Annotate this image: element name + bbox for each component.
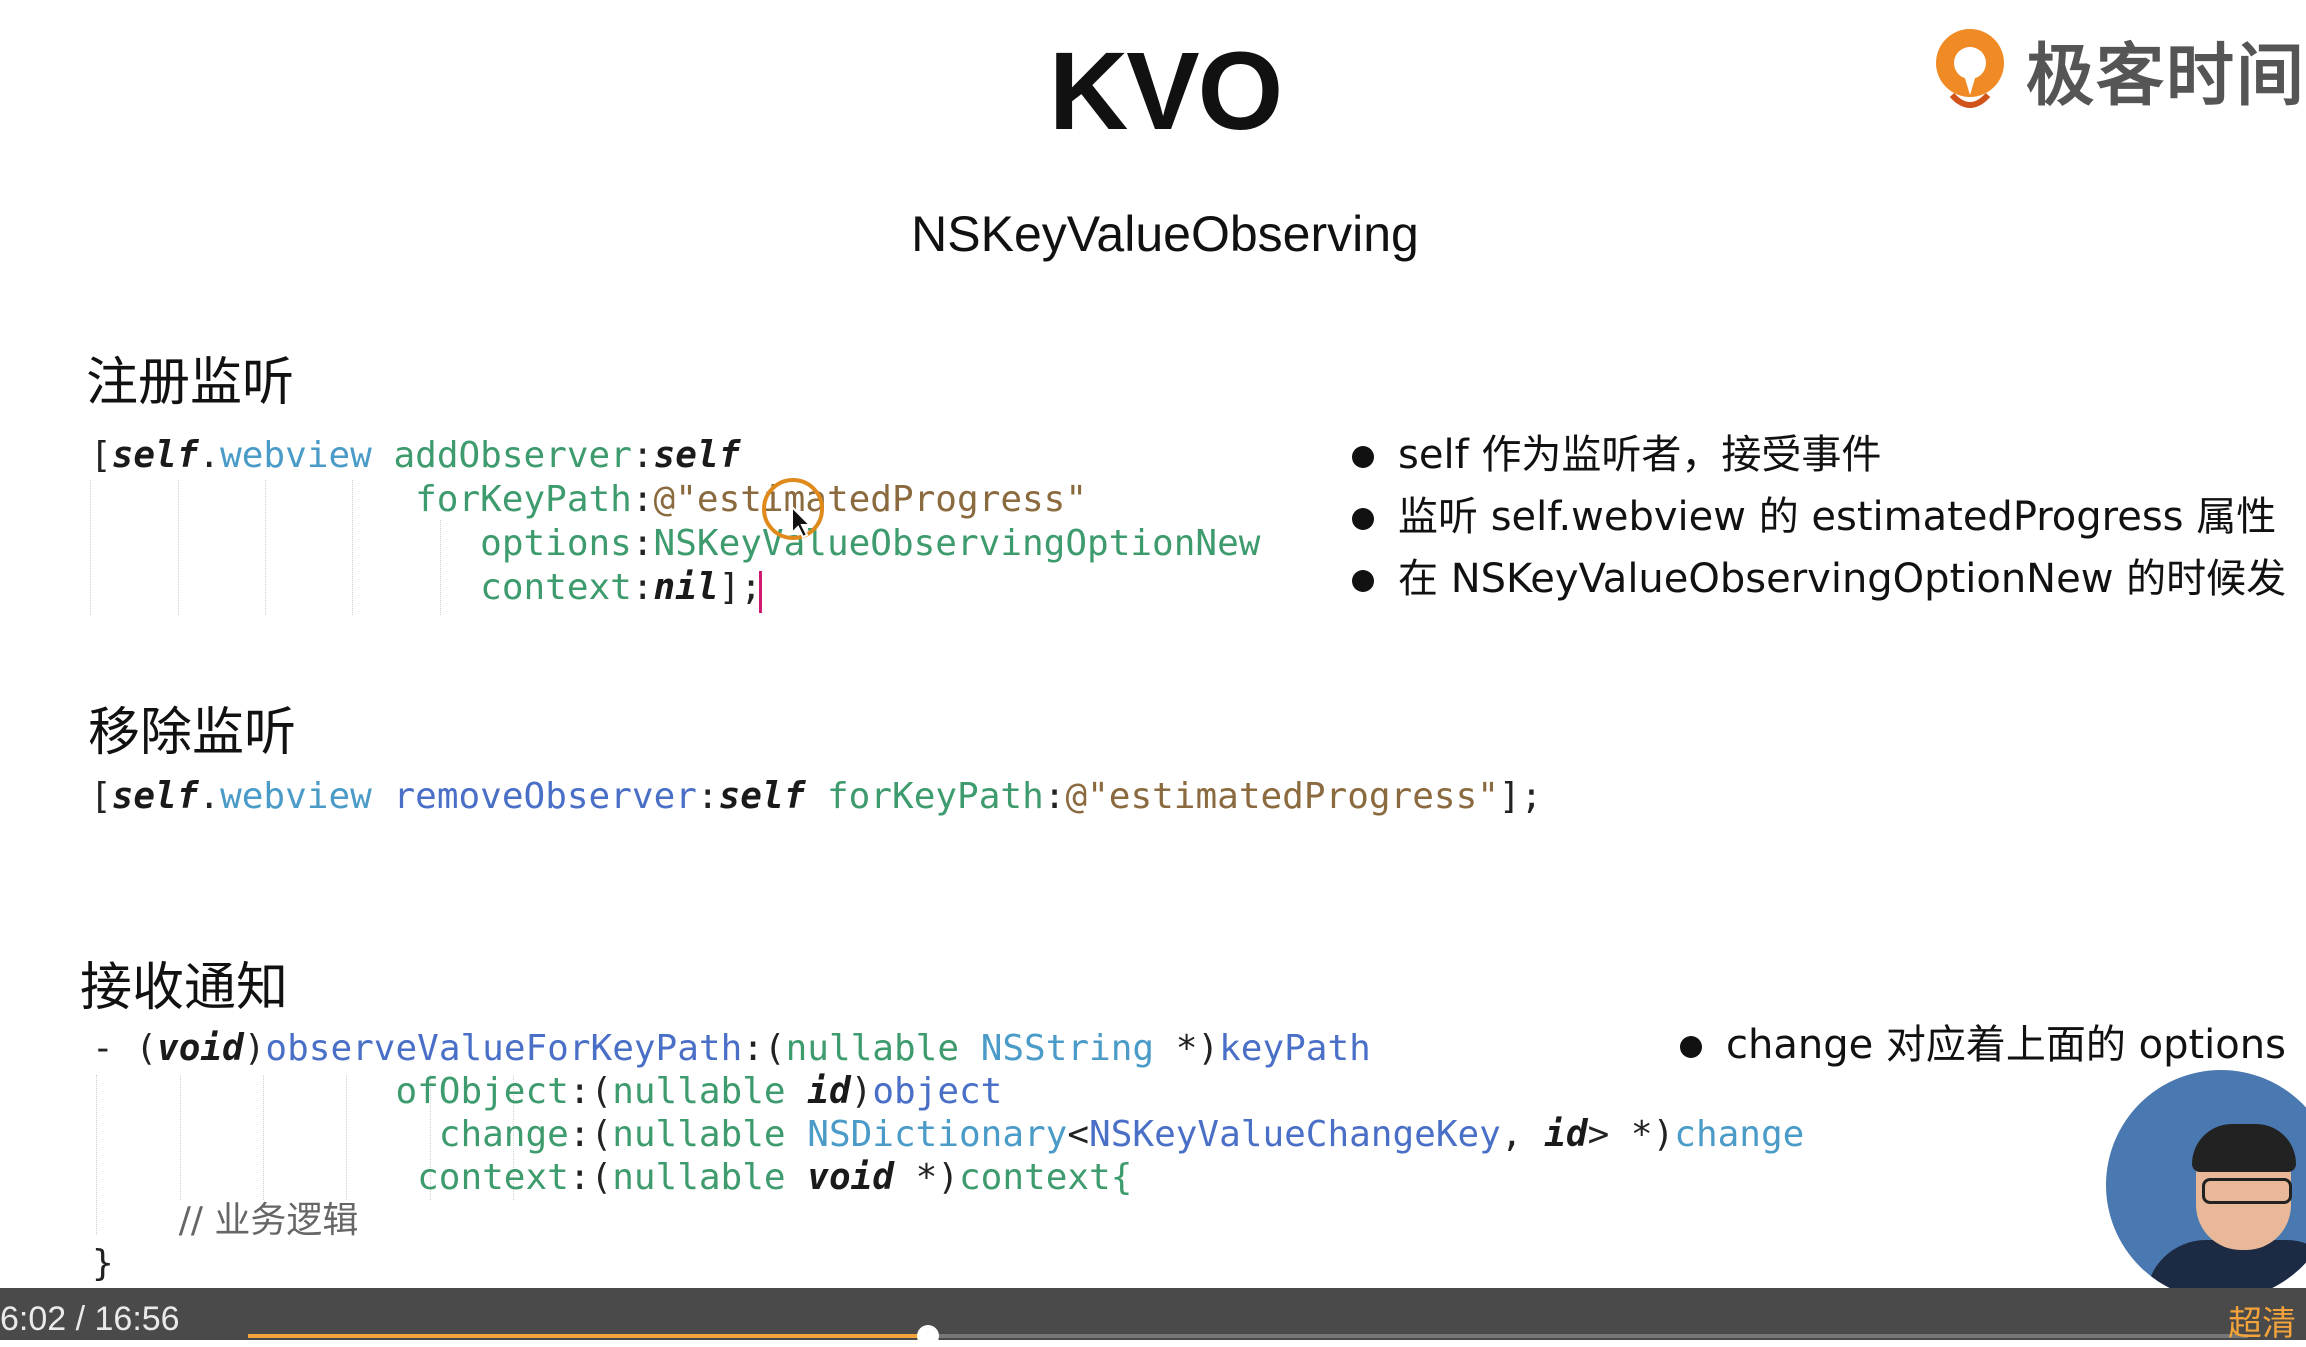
code-line: forKeyPath:@"estimatedProgress" bbox=[415, 479, 1088, 520]
bullet-item: self 作为监听者，接受事件 bbox=[1352, 424, 2286, 486]
code-line: context:(nullable void *)context{ bbox=[417, 1157, 1133, 1198]
code-line: [self.webview addObserver:self bbox=[90, 435, 741, 476]
code-line: options:NSKeyValueObservingOptionNew bbox=[480, 523, 1261, 564]
brand-logo-text: 极客时间 bbox=[2025, 36, 2306, 116]
mouse-pointer-icon bbox=[790, 504, 814, 544]
register-code-block: [self.webview addObserver:self forKeyPat… bbox=[90, 434, 1260, 610]
receive-code-block: - (void)observeValueForKeyPath:(nullable… bbox=[92, 1027, 1804, 1285]
code-line: - (void)observeValueForKeyPath:(nullable… bbox=[92, 1028, 1371, 1069]
code-line: change:(nullable NSDictionary<NSKeyValue… bbox=[438, 1114, 1805, 1155]
slide-subtitle: NSKeyValueObserving bbox=[911, 206, 1419, 262]
presenter-glasses bbox=[2202, 1178, 2292, 1204]
playback-time: 6:02 / 16:56 bbox=[0, 1300, 180, 1338]
progress-fill bbox=[248, 1334, 928, 1338]
quality-button[interactable]: 超清 bbox=[2228, 1296, 2296, 1345]
progress-knob[interactable] bbox=[917, 1325, 939, 1347]
code-line: // 业务逻辑 bbox=[178, 1200, 359, 1241]
code-line: } bbox=[92, 1243, 114, 1284]
remove-code-block: [self.webview removeObserver:self forKey… bbox=[90, 775, 1542, 819]
bullet-item: change 对应着上面的 options bbox=[1680, 1014, 2286, 1076]
presenter-hair bbox=[2192, 1124, 2296, 1172]
register-heading: 注册监听 bbox=[86, 353, 295, 413]
code-line: ofObject:(nullable id)object bbox=[395, 1071, 1003, 1112]
bullet-item: 监听 self.webview 的 estimatedProgress 属性 bbox=[1352, 486, 2286, 548]
brand-logo: 极客时间 bbox=[1930, 24, 2306, 116]
receive-heading: 接收通知 bbox=[80, 958, 289, 1018]
presenter-video bbox=[2106, 1070, 2306, 1300]
text-caret bbox=[759, 571, 762, 613]
code-line: context:nil]; bbox=[480, 567, 762, 608]
receive-bullets: change 对应着上面的 options bbox=[1680, 1014, 2286, 1076]
register-bullets: self 作为监听者，接受事件 监听 self.webview 的 estima… bbox=[1352, 424, 2286, 610]
geektime-logo-icon bbox=[1930, 25, 2010, 113]
bullet-item: 在 NSKeyValueObservingOptionNew 的时候发 bbox=[1352, 548, 2286, 610]
video-control-bar[interactable] bbox=[0, 1288, 2306, 1340]
remove-heading: 移除监听 bbox=[88, 703, 297, 763]
code-line: [self.webview removeObserver:self forKey… bbox=[90, 776, 1543, 817]
